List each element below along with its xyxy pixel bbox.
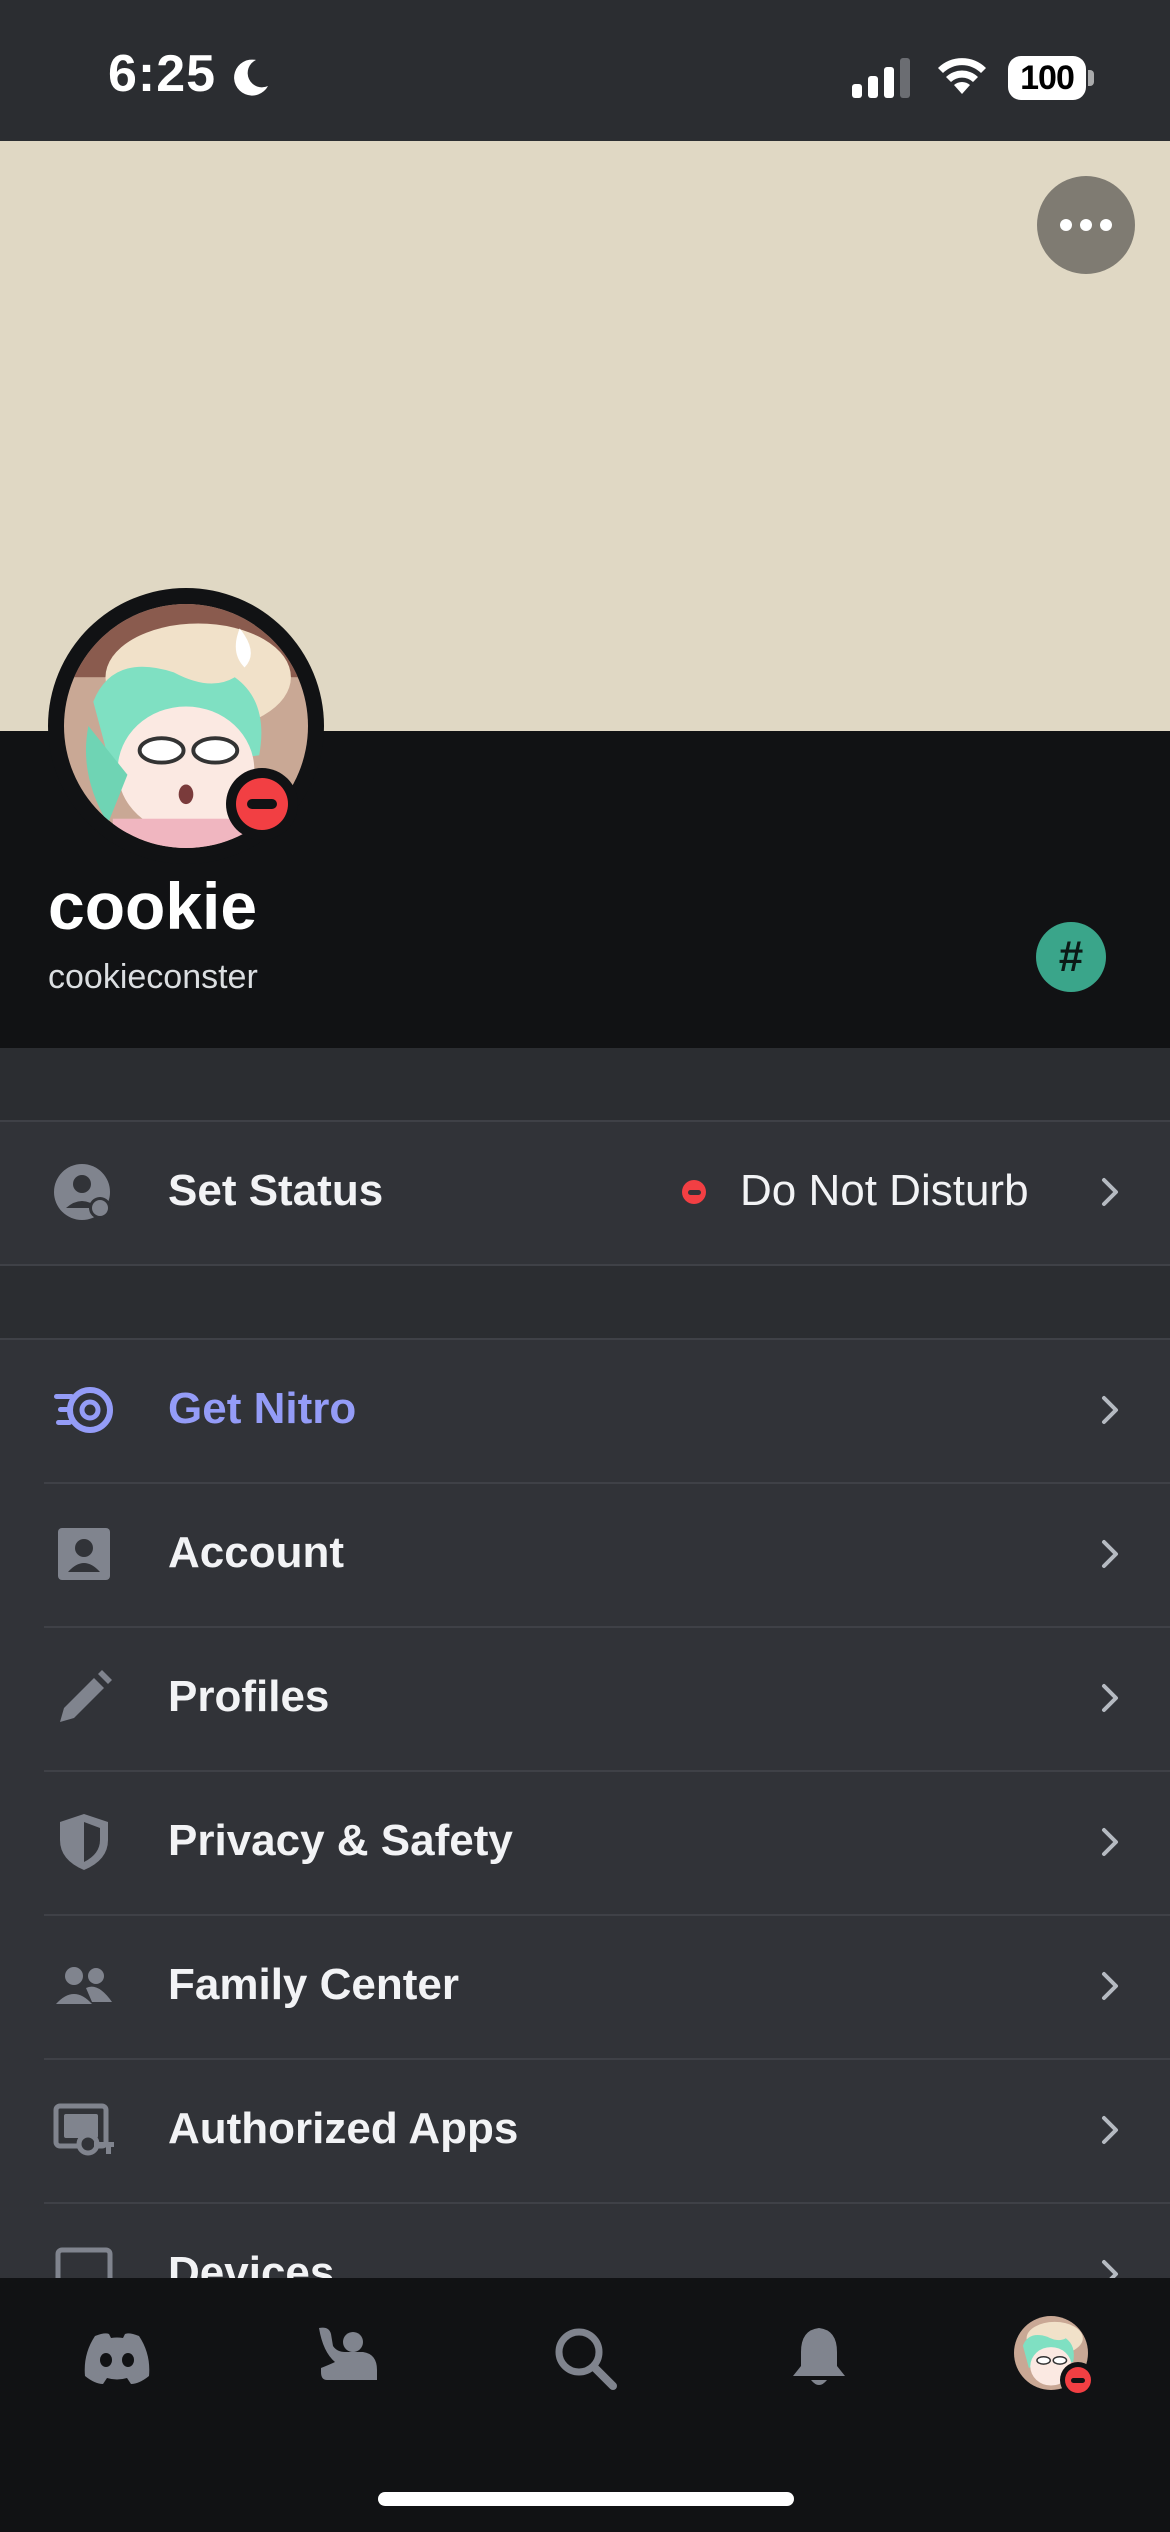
chevron-right-icon bbox=[1090, 1534, 1130, 1574]
settings-row-privacy[interactable]: Privacy & Safety bbox=[0, 1770, 1170, 1914]
authorized-apps-label: Authorized Apps bbox=[168, 2104, 519, 2153]
hashtag-badge[interactable]: # bbox=[1036, 922, 1106, 992]
moon-icon bbox=[234, 59, 268, 96]
home-indicator bbox=[378, 2492, 794, 2506]
privacy-safety-label: Privacy & Safety bbox=[168, 1816, 513, 1865]
dnd-small-icon bbox=[682, 1180, 706, 1204]
discord-home-icon bbox=[84, 2333, 150, 2384]
divider bbox=[44, 1482, 1170, 1484]
section-gap bbox=[0, 1264, 1170, 1338]
chevron-right-icon bbox=[1090, 1390, 1130, 1430]
settings-row-nitro[interactable]: Get Nitro bbox=[0, 1338, 1170, 1482]
tab-notifications[interactable] bbox=[774, 2318, 864, 2398]
family-center-label: Family Center bbox=[168, 1960, 459, 2009]
set-status-label: Set Status bbox=[168, 1166, 384, 1215]
shield-icon bbox=[48, 1814, 120, 1870]
cellular-signal-icon bbox=[852, 58, 910, 98]
friends-icon bbox=[319, 2327, 377, 2380]
settings-row-profiles[interactable]: Profiles bbox=[0, 1626, 1170, 1770]
divider bbox=[44, 2202, 1170, 2204]
tab-friends[interactable] bbox=[302, 2318, 392, 2398]
tab-home[interactable] bbox=[72, 2318, 162, 2398]
status-time: 6:25 bbox=[108, 45, 217, 103]
account-icon bbox=[48, 1526, 120, 1582]
status-value: Do Not Disturb bbox=[740, 1166, 1029, 1215]
search-icon bbox=[555, 2328, 617, 2390]
chevron-right-icon bbox=[1090, 1966, 1130, 2006]
divider bbox=[44, 1770, 1170, 1772]
tab-search[interactable] bbox=[540, 2318, 630, 2398]
nitro-icon bbox=[48, 1382, 120, 1438]
settings-row-family-center[interactable]: Family Center bbox=[0, 1914, 1170, 2058]
authorized-apps-icon bbox=[48, 2102, 120, 2158]
divider bbox=[0, 1120, 1170, 1122]
battery-tip bbox=[1088, 70, 1094, 86]
status-person-icon bbox=[48, 1164, 120, 1220]
set-status-row[interactable]: Set Status Do Not Disturb bbox=[0, 1120, 1170, 1264]
notifications-bell-icon bbox=[793, 2328, 845, 2385]
account-label: Account bbox=[168, 1528, 344, 1577]
chevron-right-icon bbox=[1090, 1678, 1130, 1718]
user-settings-screen: 6:25 100 cookie cookieconster # Set Stat… bbox=[0, 0, 1170, 2532]
dnd-status-indicator bbox=[226, 768, 298, 840]
chevron-right-icon bbox=[1090, 1172, 1130, 1212]
get-nitro-label: Get Nitro bbox=[168, 1384, 357, 1433]
chevron-right-icon bbox=[1090, 2110, 1130, 2150]
display-name: cookie bbox=[48, 869, 258, 943]
ellipsis-dot bbox=[1100, 219, 1112, 231]
ellipsis-dot bbox=[1080, 219, 1092, 231]
people-icon bbox=[48, 1958, 120, 2014]
battery-indicator: 100 bbox=[1008, 56, 1086, 100]
section-gap bbox=[0, 1048, 1170, 1120]
ios-status-bar: 6:25 100 bbox=[0, 0, 1170, 141]
battery-level: 100 bbox=[1020, 58, 1075, 97]
more-options-button[interactable] bbox=[1037, 176, 1135, 274]
settings-row-account[interactable]: Account bbox=[0, 1482, 1170, 1626]
divider bbox=[44, 1914, 1170, 1916]
divider bbox=[44, 2058, 1170, 2060]
username: cookieconster bbox=[48, 958, 258, 996]
chevron-right-icon bbox=[1090, 1822, 1130, 1862]
ellipsis-dot bbox=[1060, 219, 1072, 231]
divider bbox=[44, 1626, 1170, 1628]
wifi-icon bbox=[938, 58, 986, 94]
pencil-icon bbox=[48, 1670, 120, 1726]
profiles-label: Profiles bbox=[168, 1672, 330, 1721]
settings-row-authorized-apps[interactable]: Authorized Apps bbox=[0, 2058, 1170, 2202]
divider bbox=[0, 1338, 1170, 1340]
tab-dnd-status-indicator bbox=[1060, 2362, 1096, 2398]
